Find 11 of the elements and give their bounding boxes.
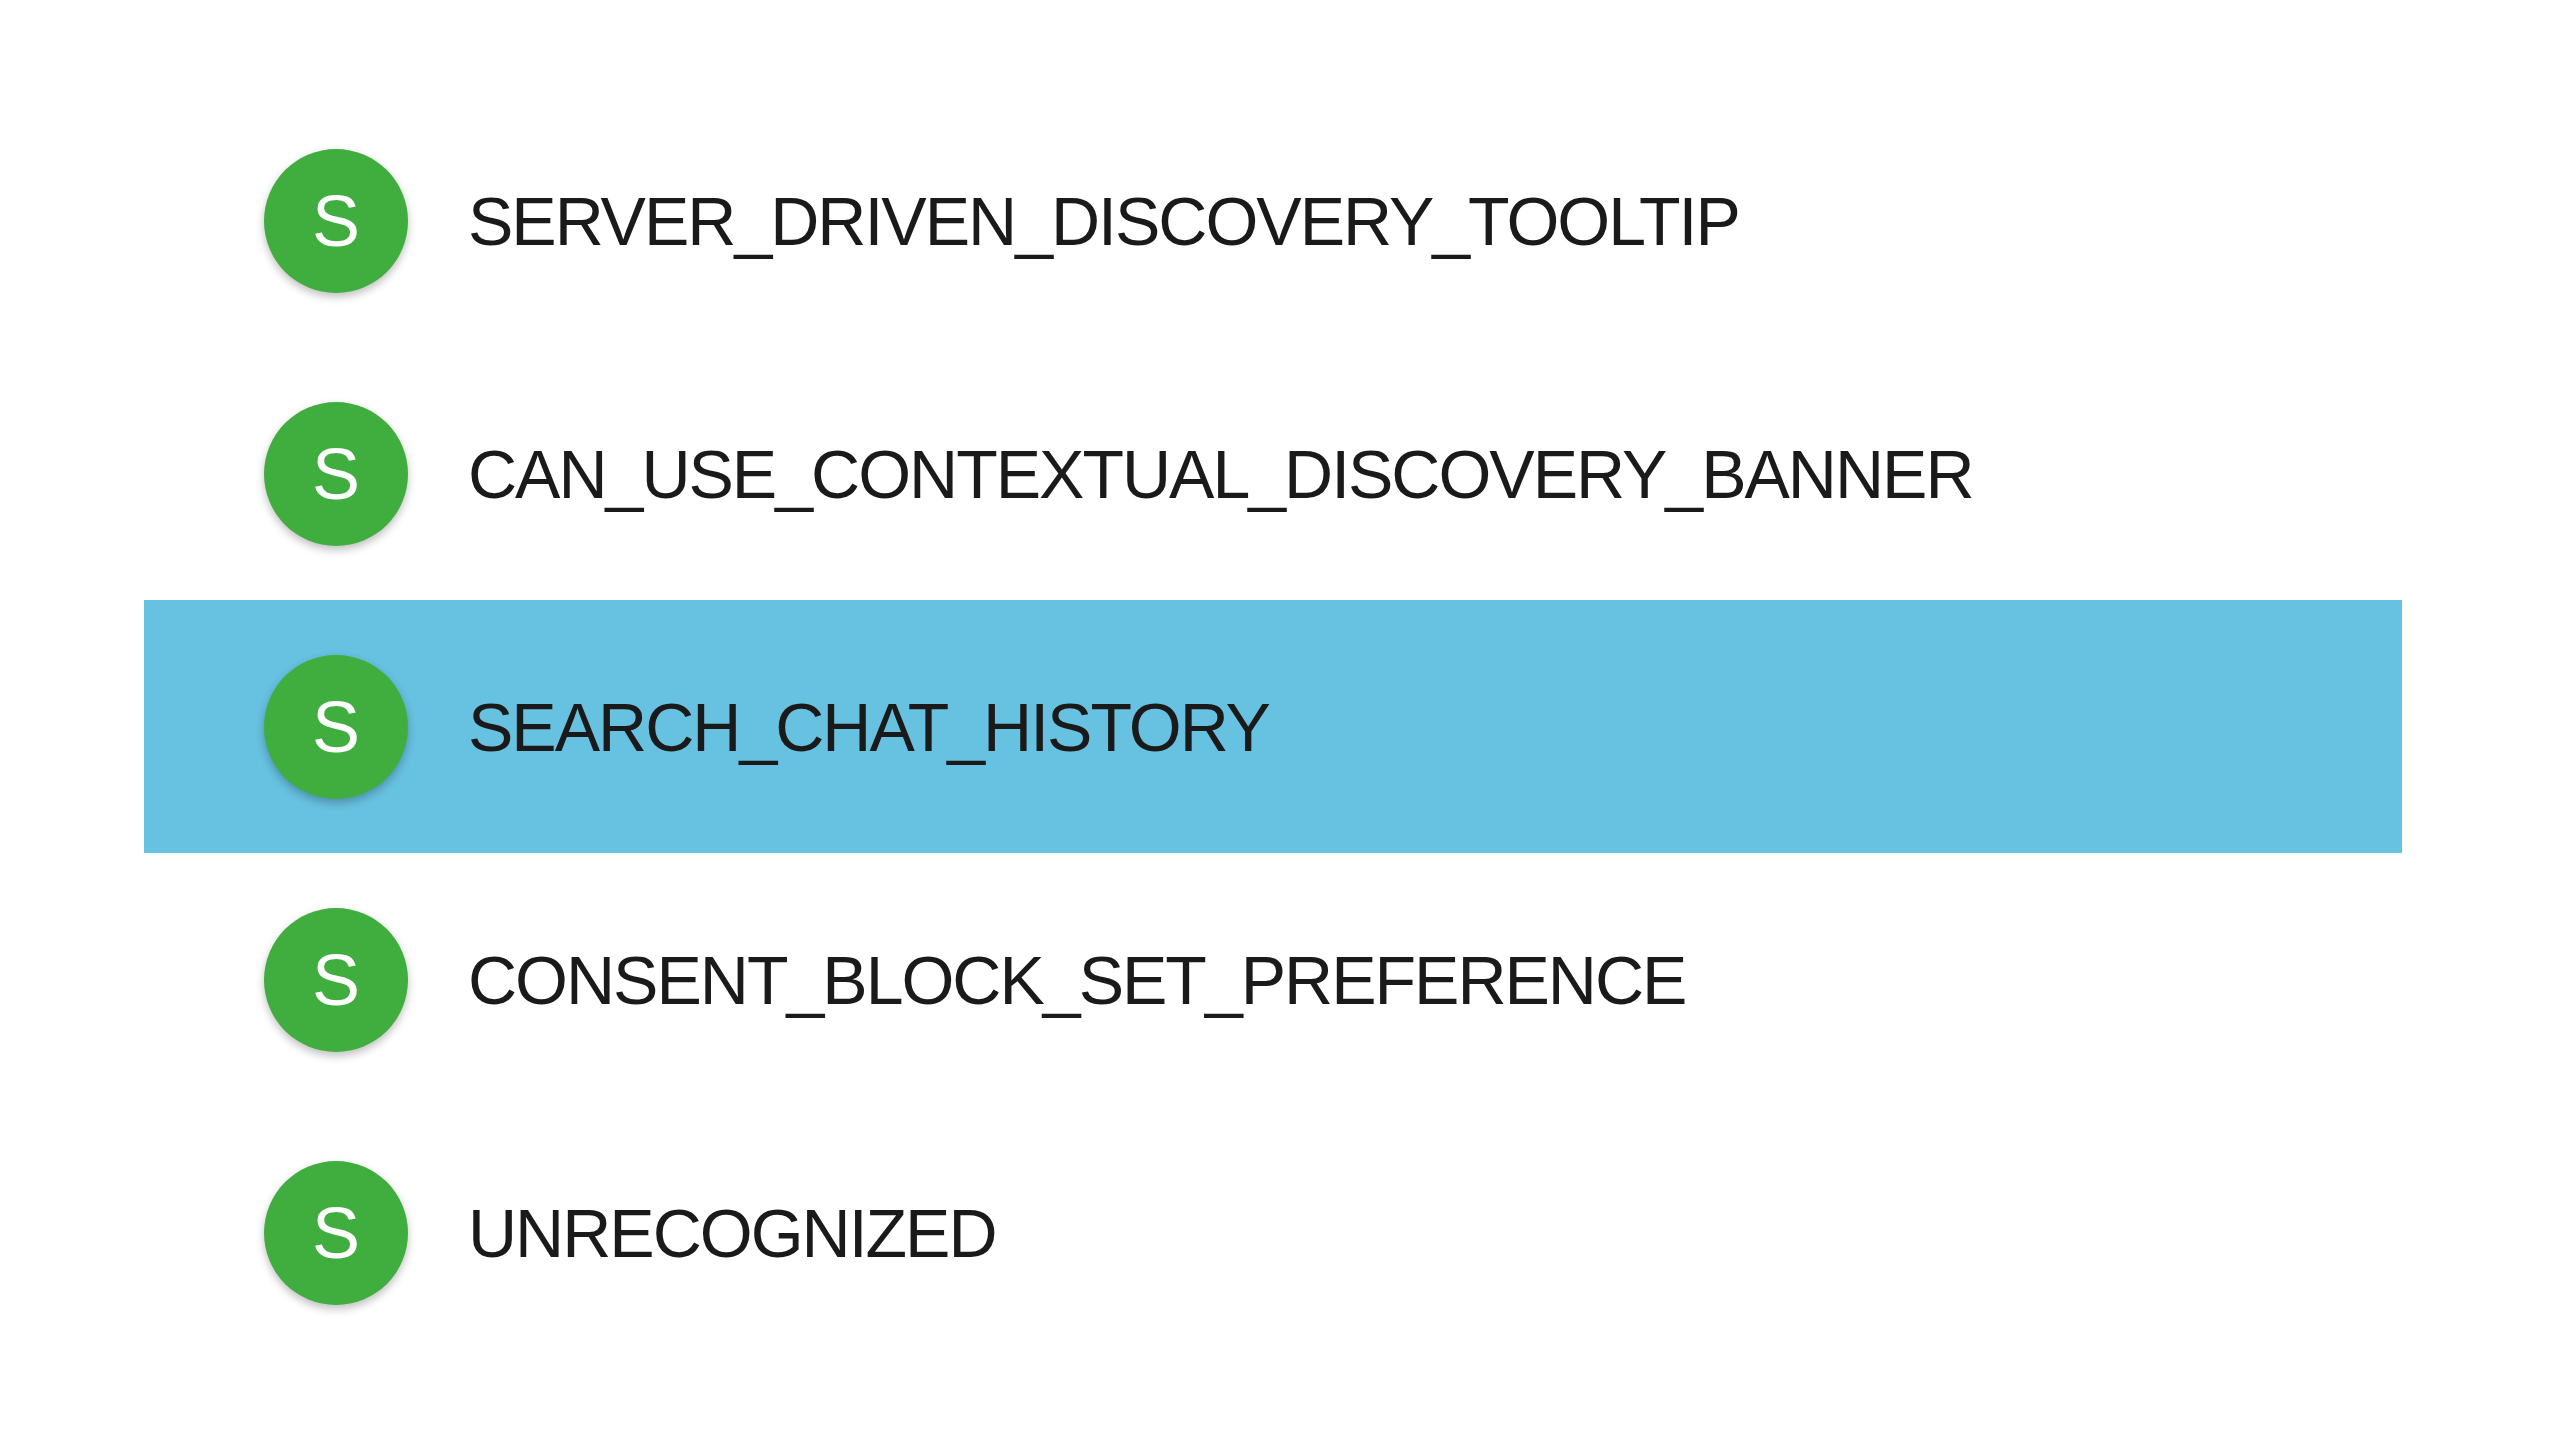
list-item[interactable]: S SEARCH_CHAT_HISTORY	[144, 600, 2402, 853]
letter-avatar: S	[264, 907, 408, 1052]
item-label: CAN_USE_CONTEXTUAL_DISCOVERY_BANNER	[468, 434, 1973, 513]
letter-avatar: S	[264, 1160, 408, 1305]
letter-avatar: S	[264, 148, 408, 293]
letter-avatar: S	[264, 654, 408, 799]
item-label: CONSENT_BLOCK_SET_PREFERENCE	[468, 940, 1686, 1019]
item-label: UNRECOGNIZED	[468, 1193, 996, 1272]
item-label: SERVER_DRIVEN_DISCOVERY_TOOLTIP	[468, 181, 1739, 260]
item-label: SEARCH_CHAT_HISTORY	[468, 687, 1269, 766]
letter-avatar: S	[264, 401, 408, 546]
